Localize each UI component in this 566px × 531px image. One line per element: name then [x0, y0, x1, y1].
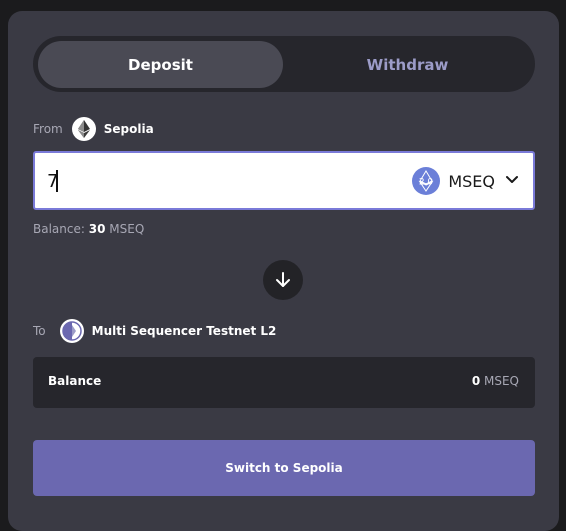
balance-label: Balance: [33, 222, 85, 236]
tab-switcher: Deposit Withdraw [33, 36, 535, 92]
bridge-panel: Deposit Withdraw From Sepolia 2.0 [8, 11, 559, 531]
token-selector[interactable]: 2.0 MSEQ [412, 165, 519, 197]
destination-balance-value: 0 [471, 374, 481, 388]
from-row: From Sepolia [33, 117, 154, 141]
ethereum-icon [71, 117, 96, 141]
mseq-token-icon: 2.0 [412, 167, 441, 195]
destination-balance-unit: MSEQ [484, 374, 519, 388]
arrow-down-icon [276, 272, 290, 287]
from-network-name: Sepolia [103, 122, 154, 136]
tab-deposit[interactable]: Deposit [38, 41, 283, 88]
destination-balance-label: Balance [48, 374, 102, 388]
to-network-name: Multi Sequencer Testnet L2 [91, 324, 277, 338]
amount-input[interactable] [47, 165, 387, 197]
from-label: From [33, 122, 63, 136]
balance-value: 30 [88, 222, 106, 236]
to-row: To Multi Sequencer Testnet L2 [33, 319, 276, 343]
to-label: To [33, 324, 46, 338]
token-symbol: MSEQ [448, 171, 495, 191]
swap-direction-button[interactable] [263, 260, 303, 300]
token-icon-text: 2.0 [419, 178, 434, 188]
tab-withdraw[interactable]: Withdraw [285, 41, 530, 88]
destination-balance-box: Balance 0 MSEQ [33, 357, 535, 408]
chevron-down-icon [505, 172, 519, 191]
l2-network-icon [59, 319, 84, 343]
text-caret [56, 170, 58, 192]
destination-balance: 0 MSEQ [472, 374, 519, 388]
balance-unit: MSEQ [109, 222, 145, 236]
switch-network-button[interactable]: Switch to Sepolia [33, 440, 535, 496]
amount-field[interactable]: 2.0 MSEQ [33, 151, 535, 210]
source-balance: Balance: 30 MSEQ [33, 222, 144, 236]
